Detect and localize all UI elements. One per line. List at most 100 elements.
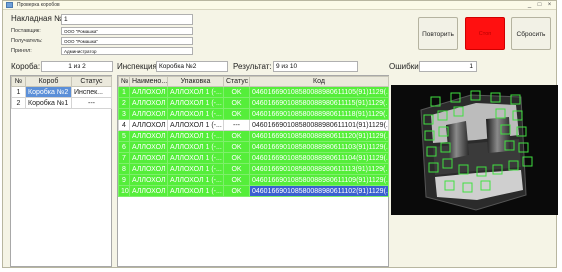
col-status[interactable]: Статус bbox=[223, 76, 250, 87]
table-row[interactable]: 10АЛЛОХОЛ ...АЛЛОХОЛ 1 (-...OK0460166901… bbox=[118, 185, 389, 197]
cell-pack: АЛЛОХОЛ 1 (-... bbox=[167, 141, 224, 153]
col-num[interactable]: № bbox=[118, 76, 130, 87]
cell-num: 2 bbox=[11, 97, 26, 109]
errors-field: 1 bbox=[419, 61, 477, 72]
cell-status: OK bbox=[223, 97, 250, 109]
cell-name: АЛЛОХОЛ ... bbox=[129, 185, 168, 197]
cell-status: Инспек... bbox=[71, 86, 112, 98]
boxes-label: Короба: bbox=[11, 62, 41, 71]
cell-num: 4 bbox=[118, 119, 130, 131]
cell-num: 10 bbox=[118, 185, 130, 197]
cell-status: OK bbox=[223, 185, 250, 197]
camera-image bbox=[391, 85, 558, 215]
cell-name: АЛЛОХОЛ ... bbox=[129, 86, 168, 98]
cell-code: 046016690108580088980611113(91)1129(... bbox=[249, 163, 389, 175]
cell-pack: АЛЛОХОЛ 1 (-... bbox=[167, 119, 224, 131]
reset-button[interactable]: Сбросить bbox=[511, 17, 551, 50]
cell-code: 046016690108580088980611103(91)1129(... bbox=[249, 141, 389, 153]
table-row[interactable]: 9АЛЛОХОЛ ...АЛЛОХОЛ 1 (-...OK04601669010… bbox=[118, 174, 389, 186]
table-row[interactable]: 7АЛЛОХОЛ ...АЛЛОХОЛ 1 (-...OK04601669010… bbox=[118, 152, 389, 164]
table-row[interactable]: 2 Коробка №1 --- bbox=[11, 97, 112, 109]
col-name[interactable]: Наимено... bbox=[129, 76, 168, 87]
cell-status: OK bbox=[223, 108, 250, 120]
table-row[interactable]: 2АЛЛОХОЛ ...АЛЛОХОЛ 1 (-...OK04601669010… bbox=[118, 97, 389, 109]
cell-status: OK bbox=[223, 141, 250, 153]
cell-status: OK bbox=[223, 163, 250, 175]
cell-pack: АЛЛОХОЛ 1 (-... bbox=[167, 86, 224, 98]
cell-num: 3 bbox=[118, 108, 130, 120]
stop-button[interactable]: Стоп bbox=[465, 17, 505, 50]
result-field: 9 из 10 bbox=[273, 61, 358, 72]
cell-code: 046016690108580088980611102(91)1129(... bbox=[249, 185, 389, 197]
cell-code: 046016690108580088980611101(91)1129(... bbox=[249, 119, 389, 131]
camera-feed bbox=[391, 85, 558, 215]
result-label: Результат: bbox=[233, 62, 272, 71]
table-row[interactable]: 4АЛЛОХОЛ ...АЛЛОХОЛ 1 (-...---0460166901… bbox=[118, 119, 389, 131]
maximize-icon[interactable]: □ bbox=[535, 1, 544, 9]
table-row[interactable]: 1 Коробка №2 Инспек... bbox=[11, 86, 112, 98]
inspection-label: Инспекция: bbox=[117, 62, 160, 71]
items-grid[interactable]: № Наимено... Упаковка Статус Код 1 АЛЛОХО… bbox=[117, 75, 389, 267]
table-row[interactable]: 1АЛЛОХОЛ ...АЛЛОХОЛ 1 (-...OK04601669010… bbox=[118, 86, 389, 98]
cell-name: АЛЛОХОЛ ... bbox=[129, 152, 168, 164]
cell-code: 046016690108580088980611118(91)1129(... bbox=[249, 108, 389, 120]
col-box[interactable]: Короб bbox=[25, 76, 72, 87]
recipient-field[interactable]: ООО "Ромашка" bbox=[61, 37, 193, 45]
close-icon[interactable]: × bbox=[545, 1, 554, 9]
cell-pack: АЛЛОХОЛ 1 (-... bbox=[167, 163, 224, 175]
app-icon bbox=[6, 2, 13, 8]
recipient-label: Получатель: bbox=[11, 38, 43, 44]
cell-code: 046016690108580088980611104(91)1129(... bbox=[249, 152, 389, 164]
table-row[interactable]: 6АЛЛОХОЛ ...АЛЛОХОЛ 1 (-...OK04601669010… bbox=[118, 141, 389, 153]
col-num[interactable]: № bbox=[11, 76, 26, 87]
cell-box: Коробка №2 bbox=[25, 86, 72, 98]
cell-num: 9 bbox=[118, 174, 130, 186]
table-row[interactable]: 5АЛЛОХОЛ ...АЛЛОХОЛ 1 (-...OK04601669010… bbox=[118, 130, 389, 142]
cell-num: 1 bbox=[11, 86, 26, 98]
invoice-field[interactable]: 1 bbox=[61, 14, 193, 25]
inspection-window: Проверка коробов _ □ × Накладная №: 1 По… bbox=[2, 0, 558, 268]
cell-box: Коробка №1 bbox=[25, 97, 72, 109]
cell-num: 6 bbox=[118, 141, 130, 153]
cell-pack: АЛЛОХОЛ 1 (-... bbox=[167, 130, 224, 142]
cell-pack: АЛЛОХОЛ 1 (-... bbox=[167, 108, 224, 120]
cell-name: АЛЛОХОЛ ... bbox=[129, 141, 168, 153]
boxes-grid[interactable]: № Короб Статус 1 Коробка №2 Инспек... 2 … bbox=[10, 75, 112, 267]
cell-code: 046016690108580088980611105(91)1129(... bbox=[249, 86, 389, 98]
cell-status: OK bbox=[223, 86, 250, 98]
table-row[interactable]: 8АЛЛОХОЛ ...АЛЛОХОЛ 1 (-...OK04601669010… bbox=[118, 163, 389, 175]
cell-num: 1 bbox=[118, 86, 130, 98]
cell-pack: АЛЛОХОЛ 1 (-... bbox=[167, 185, 224, 197]
col-code[interactable]: Код bbox=[249, 76, 389, 87]
cell-status: --- bbox=[223, 119, 250, 131]
supplier-label: Поставщик: bbox=[11, 28, 41, 34]
boxes-field: 1 из 2 bbox=[41, 61, 113, 72]
invoice-label: Накладная №: bbox=[11, 14, 65, 23]
accepted-label: Принял: bbox=[11, 48, 32, 54]
cell-name: АЛЛОХОЛ ... bbox=[129, 163, 168, 175]
cell-status: --- bbox=[71, 97, 112, 109]
cell-code: 046016690108580088980611109(91)1129(... bbox=[249, 174, 389, 186]
inspection-field: Коробка №2 bbox=[156, 61, 228, 72]
cell-status: OK bbox=[223, 174, 250, 186]
table-row[interactable]: 3АЛЛОХОЛ ...АЛЛОХОЛ 1 (-...OK04601669010… bbox=[118, 108, 389, 120]
errors-label: Ошибки: bbox=[389, 62, 421, 71]
cell-code: 046016690108580088980611115(91)1129(... bbox=[249, 97, 389, 109]
cell-status: OK bbox=[223, 152, 250, 164]
minimize-icon[interactable]: _ bbox=[525, 1, 534, 9]
supplier-field[interactable]: ООО "Ромашка" bbox=[61, 27, 193, 35]
cell-name: АЛЛОХОЛ ... bbox=[129, 108, 168, 120]
repeat-button[interactable]: Повторить bbox=[418, 17, 458, 50]
col-status[interactable]: Статус bbox=[71, 76, 112, 87]
accepted-field[interactable]: Администратор bbox=[61, 47, 193, 55]
col-pack[interactable]: Упаковка bbox=[167, 76, 224, 87]
cell-name: АЛЛОХОЛ ... bbox=[129, 97, 168, 109]
cell-code: 046016690108580088980611120(91)1129(... bbox=[249, 130, 389, 142]
cell-num: 7 bbox=[118, 152, 130, 164]
cell-pack: АЛЛОХОЛ 1 (-... bbox=[167, 174, 224, 186]
cell-pack: АЛЛОХОЛ 1 (-... bbox=[167, 97, 224, 109]
cell-num: 8 bbox=[118, 163, 130, 175]
cell-status: OK bbox=[223, 130, 250, 142]
cell-name: АЛЛОХОЛ ... bbox=[129, 130, 168, 142]
window-title: Проверка коробов bbox=[17, 2, 60, 8]
